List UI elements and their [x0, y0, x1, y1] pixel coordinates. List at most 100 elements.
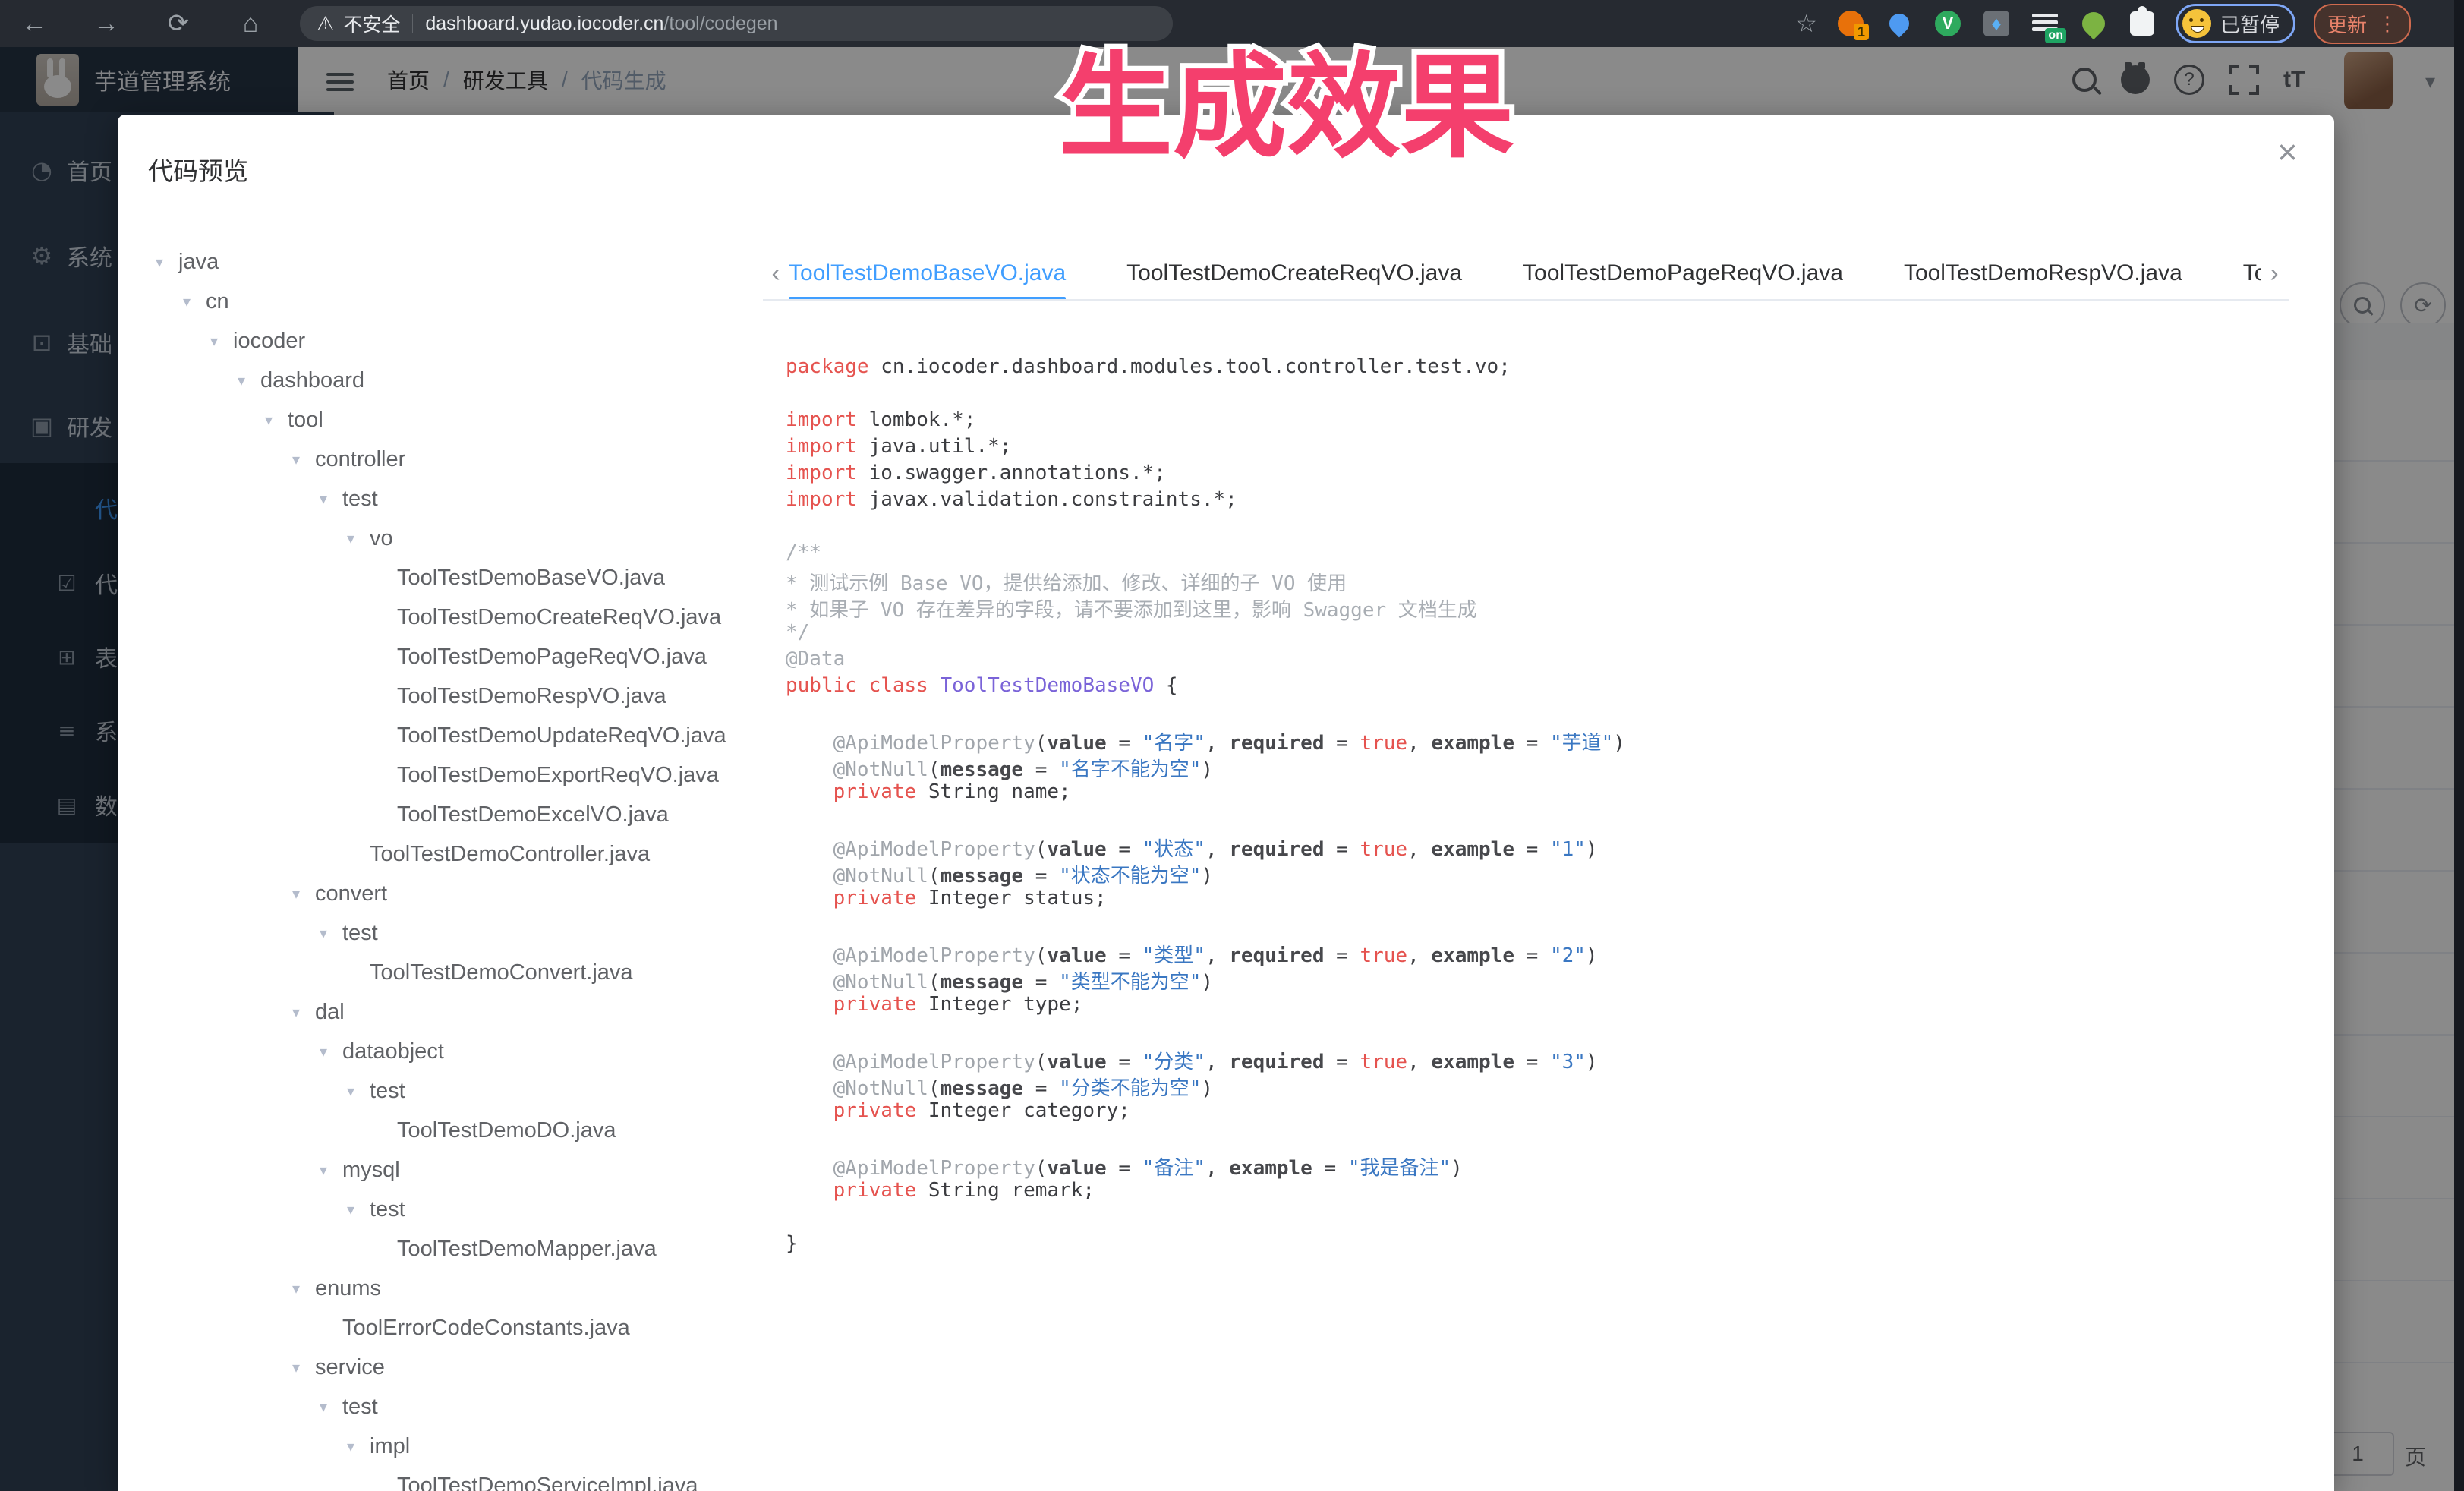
file-tab-1[interactable]: ToolTestDemoBaseVO.java	[789, 247, 1066, 299]
caret-down-icon[interactable]: ▾	[320, 1398, 342, 1416]
security-label[interactable]: 不安全	[343, 10, 400, 37]
tree-file[interactable]: ToolTestDemoDO.java	[133, 1111, 786, 1150]
caret-down-icon[interactable]: ▾	[320, 1042, 342, 1061]
browser-back-icon[interactable]: ←	[15, 0, 53, 47]
tree-folder[interactable]: ▾java	[133, 242, 786, 282]
caret-down-icon[interactable]: ▾	[347, 1200, 370, 1218]
tree-file[interactable]: ToolTestDemoPageReqVO.java	[133, 637, 786, 676]
tree-folder[interactable]: ▾test	[133, 1387, 786, 1426]
caret-down-icon[interactable]: ▾	[238, 371, 260, 389]
tree-file[interactable]: ToolTestDemoExcelVO.java	[133, 795, 786, 834]
code-line: import io.swagger.annotations.*;	[786, 462, 1625, 488]
tabs-prev-icon[interactable]: ‹	[763, 259, 789, 288]
caret-down-icon[interactable]: ▾	[265, 411, 288, 429]
code-line: @Data	[786, 648, 1625, 674]
caret-down-icon[interactable]: ▾	[320, 1161, 342, 1179]
browser-home-icon[interactable]: ⌂	[232, 0, 269, 47]
address-bar[interactable]: ⚠ 不安全 dashboard.yudao.iocoder.cn /tool/c…	[300, 6, 1173, 41]
caret-down-icon[interactable]: ▾	[292, 884, 315, 903]
tree-folder[interactable]: ▾dal	[133, 992, 786, 1032]
extension-orange-icon[interactable]: 1	[1835, 8, 1866, 39]
browser-reload-icon[interactable]: ⟳	[159, 0, 197, 47]
tree-file[interactable]: ToolTestDemoExportReqVO.java	[133, 755, 786, 795]
extensions-puzzle-icon[interactable]	[2127, 8, 2157, 39]
extension-list-icon[interactable]: on	[2030, 8, 2060, 39]
code-line	[786, 701, 1625, 727]
file-tab-2[interactable]: ToolTestDemoCreateReqVO.java	[1126, 247, 1462, 299]
caret-down-icon[interactable]: ▾	[156, 253, 178, 271]
tree-folder[interactable]: ▾tool	[133, 400, 786, 440]
tree-folder[interactable]: ▾dashboard	[133, 361, 786, 400]
tree-node-label: test	[370, 1079, 405, 1104]
tree-file[interactable]: ToolTestDemoController.java	[133, 834, 786, 874]
tree-node-label: ToolTestDemoServiceImpl.java	[397, 1474, 698, 1491]
code-line: private Integer category;	[786, 1099, 1625, 1126]
tree-folder[interactable]: ▾service	[133, 1348, 786, 1387]
caret-down-icon[interactable]: ▾	[210, 332, 233, 350]
tree-folder[interactable]: ▾test	[133, 1190, 786, 1229]
tree-file[interactable]: ToolTestDemoConvert.java	[133, 953, 786, 992]
caret-down-icon[interactable]: ▾	[320, 924, 342, 942]
tree-file[interactable]: ToolTestDemoBaseVO.java	[133, 558, 786, 597]
code-line: private Integer type;	[786, 993, 1625, 1020]
tree-file[interactable]: ToolTestDemoUpdateReqVO.java	[133, 716, 786, 755]
tree-node-label: service	[315, 1355, 385, 1380]
tree-folder[interactable]: ▾mysql	[133, 1150, 786, 1190]
extension-gem-icon[interactable]: ♦	[1981, 8, 2012, 39]
file-tab-4[interactable]: ToolTestDemoRespVO.java	[1904, 247, 2182, 299]
code-line: @ApiModelProperty(value = "类型", required…	[786, 940, 1625, 966]
caret-down-icon[interactable]: ▾	[347, 1082, 370, 1100]
browser-toolbar-right: ☆ 1 V ♦ on 已暂停 更新 ⋮	[1795, 0, 2411, 47]
extension-plant-icon[interactable]	[2078, 8, 2109, 39]
browser-update-button[interactable]: 更新 ⋮	[2314, 4, 2411, 44]
browser-menu-dots-icon[interactable]: ⋮	[2377, 12, 2397, 36]
tree-folder[interactable]: ▾test	[133, 1071, 786, 1111]
tabs-viewport: ToolTestDemoBaseVO.java ToolTestDemoCreat…	[789, 247, 2261, 299]
file-tab-5[interactable]: ToolTe	[2243, 247, 2261, 299]
tree-file[interactable]: ToolTestDemoCreateReqVO.java	[133, 597, 786, 637]
tree-node-label: enums	[315, 1276, 381, 1301]
extension-pin-icon[interactable]	[1884, 8, 1914, 39]
tree-folder[interactable]: ▾impl	[133, 1426, 786, 1466]
code-viewer: package cn.iocoder.dashboard.modules.too…	[786, 355, 1625, 1259]
bookmark-star-icon[interactable]: ☆	[1795, 9, 1817, 38]
browser-profile-chip[interactable]: 已暂停	[2176, 4, 2295, 43]
caret-down-icon[interactable]: ▾	[347, 529, 370, 547]
extension-green-check-icon[interactable]: V	[1933, 8, 1963, 39]
tree-node-label: iocoder	[233, 329, 305, 354]
caret-down-icon[interactable]: ▾	[320, 490, 342, 508]
tree-file[interactable]: ToolTestDemoMapper.java	[133, 1229, 786, 1269]
update-label: 更新	[2327, 10, 2367, 38]
tree-folder[interactable]: ▾convert	[133, 874, 786, 913]
tree-file[interactable]: ToolTestDemoRespVO.java	[133, 676, 786, 716]
caret-down-icon[interactable]: ▾	[183, 292, 206, 310]
tree-folder[interactable]: ▾dataobject	[133, 1032, 786, 1071]
tabs-next-icon[interactable]: ›	[2261, 259, 2287, 288]
profile-status-label: 已暂停	[2220, 10, 2280, 38]
tree-file[interactable]: ToolErrorCodeConstants.java	[133, 1308, 786, 1348]
tree-file[interactable]: ToolTestDemoServiceImpl.java	[133, 1466, 786, 1491]
url-host: dashboard.yudao.iocoder.cn	[425, 13, 663, 35]
tree-folder[interactable]: ▾test	[133, 479, 786, 519]
tree-node-label: java	[178, 250, 219, 275]
caret-down-icon[interactable]: ▾	[292, 1358, 315, 1376]
code-line: import java.util.*;	[786, 435, 1625, 462]
tree-folder[interactable]: ▾iocoder	[133, 321, 786, 361]
tree-node-label: test	[342, 1395, 378, 1420]
caret-down-icon[interactable]: ▾	[292, 1003, 315, 1021]
tree-folder[interactable]: ▾test	[133, 913, 786, 953]
caret-down-icon[interactable]: ▾	[347, 1437, 370, 1455]
browser-forward-icon[interactable]: →	[87, 0, 125, 47]
caret-down-icon[interactable]: ▾	[292, 1279, 315, 1297]
tree-node-label: ToolTestDemoConvert.java	[370, 960, 633, 985]
file-tab-3[interactable]: ToolTestDemoPageReqVO.java	[1523, 247, 1843, 299]
tree-folder[interactable]: ▾cn	[133, 282, 786, 321]
close-icon[interactable]: ×	[2277, 134, 2298, 169]
tree-folder[interactable]: ▾enums	[133, 1269, 786, 1308]
tree-folder[interactable]: ▾controller	[133, 440, 786, 479]
scrollbar-strip[interactable]	[2454, 0, 2464, 1491]
tree-folder[interactable]: ▾vo	[133, 519, 786, 558]
code-line: private String name;	[786, 780, 1625, 807]
caret-down-icon[interactable]: ▾	[292, 450, 315, 468]
file-tree: ▾java▾cn▾iocoder▾dashboard▾tool▾controll…	[133, 242, 786, 1491]
